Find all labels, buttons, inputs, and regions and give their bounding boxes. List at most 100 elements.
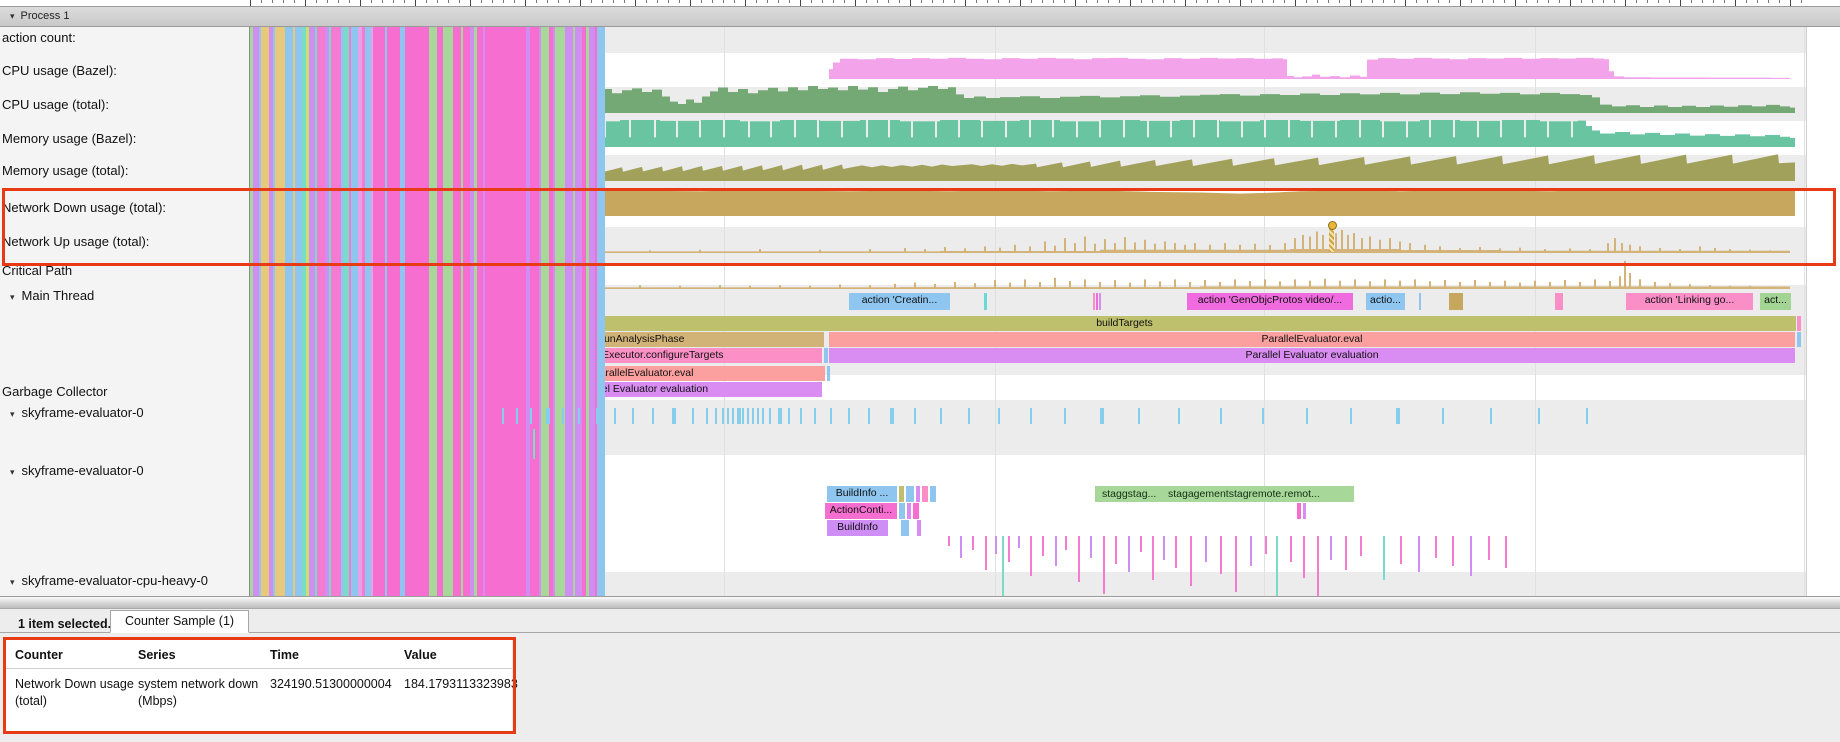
gc-event-tick[interactable] — [516, 408, 518, 424]
event-block[interactable]: Parallel Evaluator evaluation — [829, 348, 1795, 363]
event-tick[interactable] — [827, 366, 830, 381]
gc-event-tick[interactable] — [1262, 408, 1264, 424]
gc-event-tick[interactable] — [830, 408, 832, 424]
sidebar-item-12[interactable]: ▾skyframe-evaluator-cpu-heavy-0 — [10, 573, 208, 588]
event-tick[interactable] — [1449, 293, 1463, 310]
gc-event-tick[interactable] — [530, 408, 532, 424]
sidebar-item-1[interactable]: CPU usage (Bazel): — [2, 63, 117, 78]
gc-event-tick[interactable] — [890, 408, 894, 424]
gc-event-tick[interactable] — [546, 408, 550, 424]
gc-event-tick[interactable] — [1138, 408, 1140, 424]
gc-event-tick[interactable] — [722, 408, 724, 424]
event-tick[interactable] — [1093, 293, 1095, 310]
sidebar-item-0[interactable]: action count: — [2, 30, 76, 45]
event-block[interactable]: ActionConti... — [825, 503, 897, 519]
gc-event-tick[interactable] — [652, 408, 654, 424]
event-tick[interactable] — [1099, 293, 1101, 310]
gc-event-tick[interactable] — [968, 408, 970, 424]
event-tick[interactable] — [899, 503, 905, 519]
panel-divider[interactable] — [0, 596, 1840, 609]
gc-event-tick[interactable] — [1178, 408, 1180, 424]
gc-event-tick[interactable] — [1586, 408, 1588, 424]
gc-event-tick[interactable] — [737, 408, 741, 424]
gc-event-tick[interactable] — [1490, 408, 1492, 424]
event-tick[interactable] — [906, 486, 914, 502]
sidebar-item-9[interactable]: Garbage Collector — [2, 384, 108, 399]
gc-event-tick[interactable] — [1538, 408, 1540, 424]
event-tick[interactable] — [922, 486, 928, 502]
gc-event-tick[interactable] — [562, 408, 564, 424]
gc-event-tick[interactable] — [747, 408, 749, 424]
collapse-triangle-icon[interactable]: ▾ — [10, 467, 15, 477]
event-tick[interactable] — [1797, 332, 1801, 347]
event-block[interactable]: actio... — [1366, 293, 1405, 310]
event-block[interactable]: action 'Linking go... — [1626, 293, 1753, 310]
gc-event-tick[interactable] — [1442, 408, 1444, 424]
collapse-triangle-icon[interactable]: ▾ — [10, 409, 15, 419]
sidebar-item-4[interactable]: Memory usage (total): — [2, 163, 128, 178]
gc-event-tick[interactable] — [732, 408, 734, 424]
gc-event-tick[interactable] — [1064, 408, 1066, 424]
event-block[interactable]: BuildInfo ... — [827, 486, 897, 502]
event-tick[interactable] — [913, 503, 919, 519]
gc-event-tick[interactable] — [727, 408, 729, 424]
event-tick[interactable] — [916, 486, 920, 502]
event-block[interactable]: action 'Creatin... — [849, 293, 950, 310]
event-block[interactable]: act... — [1760, 293, 1791, 310]
event-tick[interactable] — [917, 520, 921, 536]
event-tick[interactable] — [1555, 293, 1563, 310]
gc-event-tick[interactable] — [578, 408, 580, 424]
collapse-triangle-icon[interactable]: ▾ — [10, 11, 15, 21]
gc-event-tick[interactable] — [632, 408, 634, 424]
gc-event-tick[interactable] — [1100, 408, 1104, 424]
event-tick[interactable] — [899, 486, 904, 502]
event-tick[interactable] — [907, 503, 911, 519]
event-block[interactable]: BuildInfo — [827, 520, 888, 536]
event-tick[interactable] — [984, 293, 987, 310]
event-tick[interactable] — [1096, 293, 1098, 310]
gc-event-tick[interactable] — [752, 408, 754, 424]
sidebar-item-2[interactable]: CPU usage (total): — [2, 97, 109, 112]
event-tick[interactable] — [1297, 503, 1301, 519]
gc-event-tick[interactable] — [596, 408, 598, 424]
event-tick[interactable] — [1303, 503, 1306, 519]
event-tick[interactable] — [824, 348, 828, 363]
gc-event-tick[interactable] — [848, 408, 850, 424]
gc-event-tick[interactable] — [1396, 408, 1400, 424]
sidebar-item-8[interactable]: ▾Main Thread — [10, 288, 94, 303]
gc-event-tick[interactable] — [672, 408, 676, 424]
gc-event-tick[interactable] — [715, 408, 717, 424]
gc-event-tick[interactable] — [814, 408, 816, 424]
gc-event-tick[interactable] — [940, 408, 942, 424]
event-tick[interactable] — [901, 520, 909, 536]
sidebar-item-11[interactable]: ▾skyframe-evaluator-0 — [10, 463, 144, 478]
gc-event-tick[interactable] — [800, 408, 802, 424]
event-block[interactable]: buildTargets — [453, 316, 1796, 331]
gc-event-tick[interactable] — [1350, 408, 1352, 424]
gc-event-tick[interactable] — [1220, 408, 1222, 424]
gc-event-tick[interactable] — [614, 408, 616, 424]
collapse-triangle-icon[interactable]: ▾ — [10, 292, 15, 302]
event-tick[interactable] — [1419, 293, 1421, 310]
gc-event-tick[interactable] — [788, 408, 790, 424]
gc-event-tick[interactable] — [914, 408, 916, 424]
gc-event-tick[interactable] — [706, 408, 708, 424]
gc-event-tick[interactable] — [1306, 408, 1308, 424]
timeline-track-area[interactable]: action 'Creatin... action 'GenObjcProtos … — [250, 27, 1807, 596]
process-header[interactable]: ▾Process 1 — [0, 6, 1840, 27]
collapse-triangle-icon[interactable]: ▾ — [10, 577, 15, 587]
tab-counter-sample[interactable]: Counter Sample (1) — [110, 610, 249, 633]
event-block[interactable]: ParallelEvaluator.eval — [829, 332, 1795, 347]
gc-event-tick[interactable] — [742, 408, 744, 424]
event-block[interactable]: action 'GenObjcProtos video/... — [1187, 293, 1353, 310]
gc-event-tick[interactable] — [757, 408, 759, 424]
gc-event-tick[interactable] — [762, 408, 764, 424]
gc-event-tick[interactable] — [692, 408, 694, 424]
gc-event-tick[interactable] — [778, 408, 782, 424]
gc-event-tick[interactable] — [868, 408, 870, 424]
sidebar-item-3[interactable]: Memory usage (Bazel): — [2, 131, 136, 146]
event-tick[interactable] — [930, 486, 936, 502]
sidebar-item-10[interactable]: ▾skyframe-evaluator-0 — [10, 405, 144, 420]
dense-event-band[interactable] — [250, 123, 299, 139]
gc-event-tick[interactable] — [998, 408, 1000, 424]
